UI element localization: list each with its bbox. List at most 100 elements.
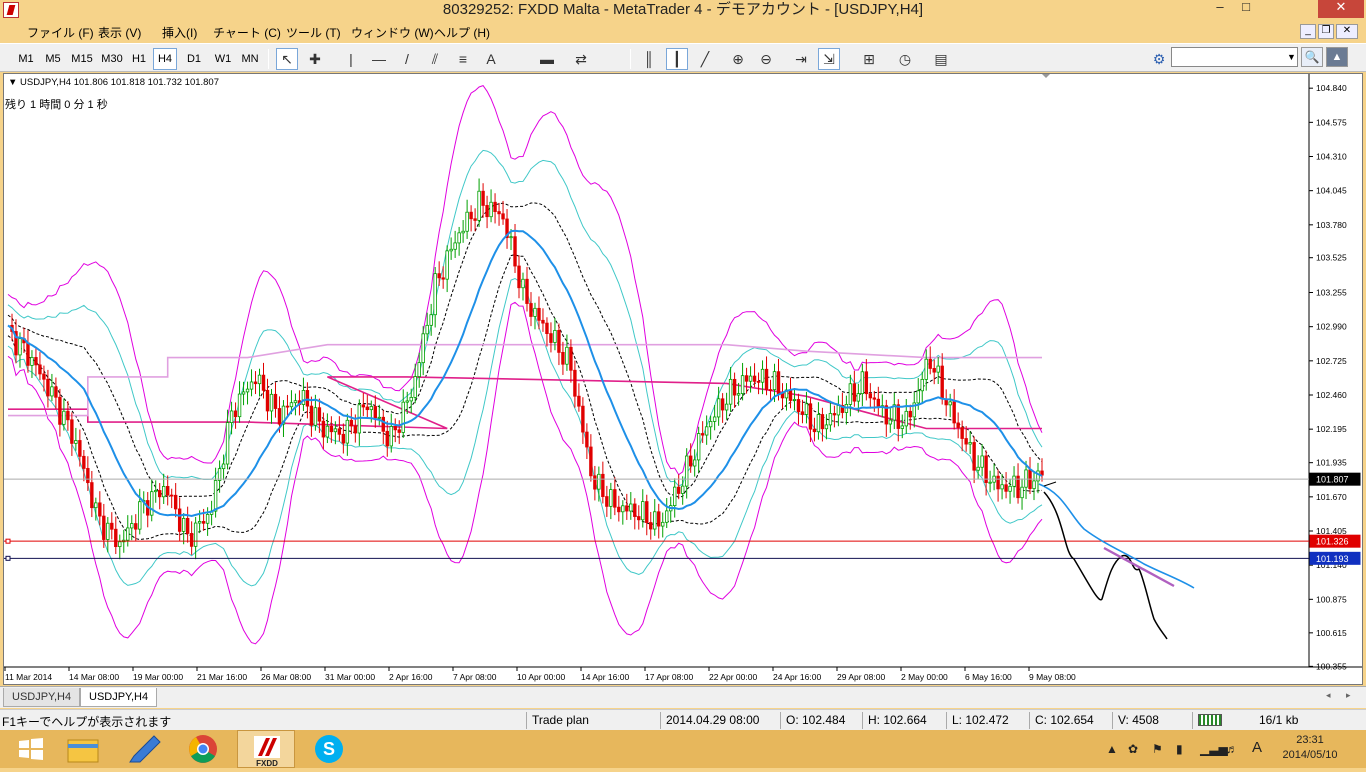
timeframe-w1[interactable]: W1 <box>211 48 235 70</box>
chrome-icon[interactable] <box>174 730 232 768</box>
candle-body <box>94 502 98 509</box>
price-tick-label: 104.310 <box>1316 152 1347 162</box>
candle-body <box>920 378 924 392</box>
candle-body <box>772 371 777 390</box>
search-input[interactable] <box>1171 47 1298 67</box>
candle-body <box>541 319 545 324</box>
line-chart-icon[interactable]: ╱ <box>694 48 716 70</box>
text-icon[interactable]: A <box>480 48 502 70</box>
timeframe-d1[interactable]: D1 <box>183 48 205 70</box>
signal-strength-icon[interactable]: ▁▃▅ <box>1200 742 1228 756</box>
arrows-icon[interactable]: ⇄ <box>566 48 596 70</box>
fxdd-mt4-icon[interactable]: FXDD <box>237 730 295 768</box>
price-tick-label: 103.255 <box>1316 288 1347 298</box>
candle-body <box>185 518 190 534</box>
candle-body <box>285 405 290 408</box>
zoom-out-icon[interactable]: ⊖ <box>755 48 777 70</box>
fibonacci-icon[interactable]: ≡ <box>452 48 474 70</box>
gear-icon[interactable]: ⚙ <box>1148 48 1170 70</box>
timeframe-mn[interactable]: MN <box>238 48 262 70</box>
status-volume: V: 4508 <box>1118 713 1159 727</box>
menu-chart[interactable]: チャート (C) <box>213 24 281 41</box>
chart-shift-icon[interactable]: ⇲ <box>818 48 840 70</box>
indicators-icon[interactable]: ⊞ <box>854 48 884 70</box>
pen-tool-icon[interactable] <box>114 730 172 768</box>
candle-body <box>940 365 944 400</box>
tab-scroll-left-icon[interactable]: ◂ <box>1326 690 1331 701</box>
tray-device-icon[interactable]: ▮ <box>1176 742 1183 756</box>
mdi-restore-icon[interactable]: ❐ <box>1318 24 1334 39</box>
tray-expand-icon[interactable]: ▲ <box>1106 742 1118 756</box>
candle-body <box>888 419 892 425</box>
crosshair-icon[interactable]: ✚ <box>304 48 326 70</box>
mdi-close-icon[interactable]: ✕ <box>1336 24 1358 39</box>
skype-icon[interactable]: S <box>300 730 358 768</box>
candle-body <box>469 211 473 220</box>
candle-body <box>629 503 633 512</box>
close-icon[interactable]: ✕ <box>1318 0 1364 18</box>
menu-insert[interactable]: 挿入(I) <box>162 24 197 41</box>
status-help: F1キーでヘルプが表示されます <box>2 715 172 729</box>
templates-icon[interactable]: ▤ <box>926 48 956 70</box>
menu-tools[interactable]: ツール (T) <box>286 24 341 41</box>
candle-body <box>796 399 801 413</box>
minimize-icon[interactable]: ‒ <box>1209 0 1231 16</box>
equidistant-channel-icon[interactable]: ⫽ <box>424 48 446 70</box>
candle-body <box>98 502 102 517</box>
vertical-line-icon[interactable]: | <box>340 48 362 70</box>
bar-chart-icon[interactable]: ║ <box>638 48 660 70</box>
mdi-minimize-icon[interactable]: _ <box>1300 24 1316 39</box>
candle-body <box>201 521 206 524</box>
search-icon[interactable]: 🔍 <box>1301 47 1323 67</box>
menu-window[interactable]: ウィンドウ (W) <box>351 24 434 41</box>
text-label-icon[interactable]: ▬ <box>536 48 558 70</box>
timeframe-h1[interactable]: H1 <box>128 48 150 70</box>
timeframe-m15[interactable]: M15 <box>68 48 96 70</box>
chart-canvas[interactable]: 104.840 104.575 104.310 104.045 103.780 103.5… <box>4 74 1363 685</box>
tray-network-icon[interactable]: ✿ <box>1128 742 1138 756</box>
horizontal-line-icon[interactable]: — <box>368 48 390 70</box>
candle-body <box>665 510 669 523</box>
taskbar-clock[interactable]: 23:31 2014/05/10 <box>1270 733 1350 763</box>
chart-tab-2[interactable]: USDJPY,H4 <box>80 688 158 707</box>
timeframe-m30[interactable]: M30 <box>98 48 126 70</box>
cursor-icon[interactable]: ↖ <box>276 48 298 70</box>
timeframe-h4[interactable]: H4 <box>153 48 177 70</box>
candle-body <box>621 505 625 513</box>
connection-status-icon[interactable] <box>1198 714 1222 726</box>
ime-indicator[interactable]: A <box>1252 739 1262 756</box>
window-title: 80329252: FXDD Malta - MetaTrader 4 - デモ… <box>442 1 924 18</box>
price-chart[interactable]: 104.840 104.575 104.310 104.045 103.780 103.5… <box>3 73 1363 685</box>
timeframe-m5[interactable]: M5 <box>42 48 64 70</box>
tab-scroll-right-icon[interactable]: ▸ <box>1346 690 1351 701</box>
candle-body <box>1004 484 1008 492</box>
symbol-info: ▼ USDJPY,H4 101.806 101.818 101.732 101.… <box>8 77 220 88</box>
candle-body <box>337 428 342 435</box>
candle-body <box>984 455 988 483</box>
trendline-icon[interactable]: / <box>396 48 418 70</box>
maximize-icon[interactable]: □ <box>1233 0 1259 16</box>
candle-body <box>18 338 22 356</box>
price-tick-label: 102.195 <box>1316 424 1347 434</box>
volume-icon[interactable]: ♬ <box>1226 742 1238 756</box>
auto-scroll-icon[interactable]: ⇥ <box>790 48 812 70</box>
action-center-flag-icon[interactable]: ⚑ <box>1152 742 1163 756</box>
menu-file[interactable]: ファイル (F) <box>27 24 94 41</box>
periods-icon[interactable]: ◷ <box>890 48 920 70</box>
menu-help[interactable]: ヘルプ (H) <box>434 24 490 41</box>
file-explorer-icon[interactable] <box>54 730 112 768</box>
candle-body <box>673 486 677 507</box>
candle-body <box>46 378 50 397</box>
community-icon[interactable]: ▲ <box>1326 47 1348 67</box>
candlestick-icon[interactable]: ┃ <box>666 48 688 70</box>
menu-view[interactable]: 表示 (V) <box>98 24 141 41</box>
candle-body <box>409 396 413 402</box>
candle-body <box>417 362 421 377</box>
search-dropdown-icon[interactable]: ▼ <box>1285 47 1298 67</box>
chart-tab-1[interactable]: USDJPY,H4 <box>3 688 81 707</box>
candle-body <box>321 420 326 438</box>
zoom-in-icon[interactable]: ⊕ <box>727 48 749 70</box>
candle-body <box>205 514 210 524</box>
status-profile[interactable]: Trade plan <box>532 713 589 727</box>
timeframe-m1[interactable]: M1 <box>15 48 37 70</box>
